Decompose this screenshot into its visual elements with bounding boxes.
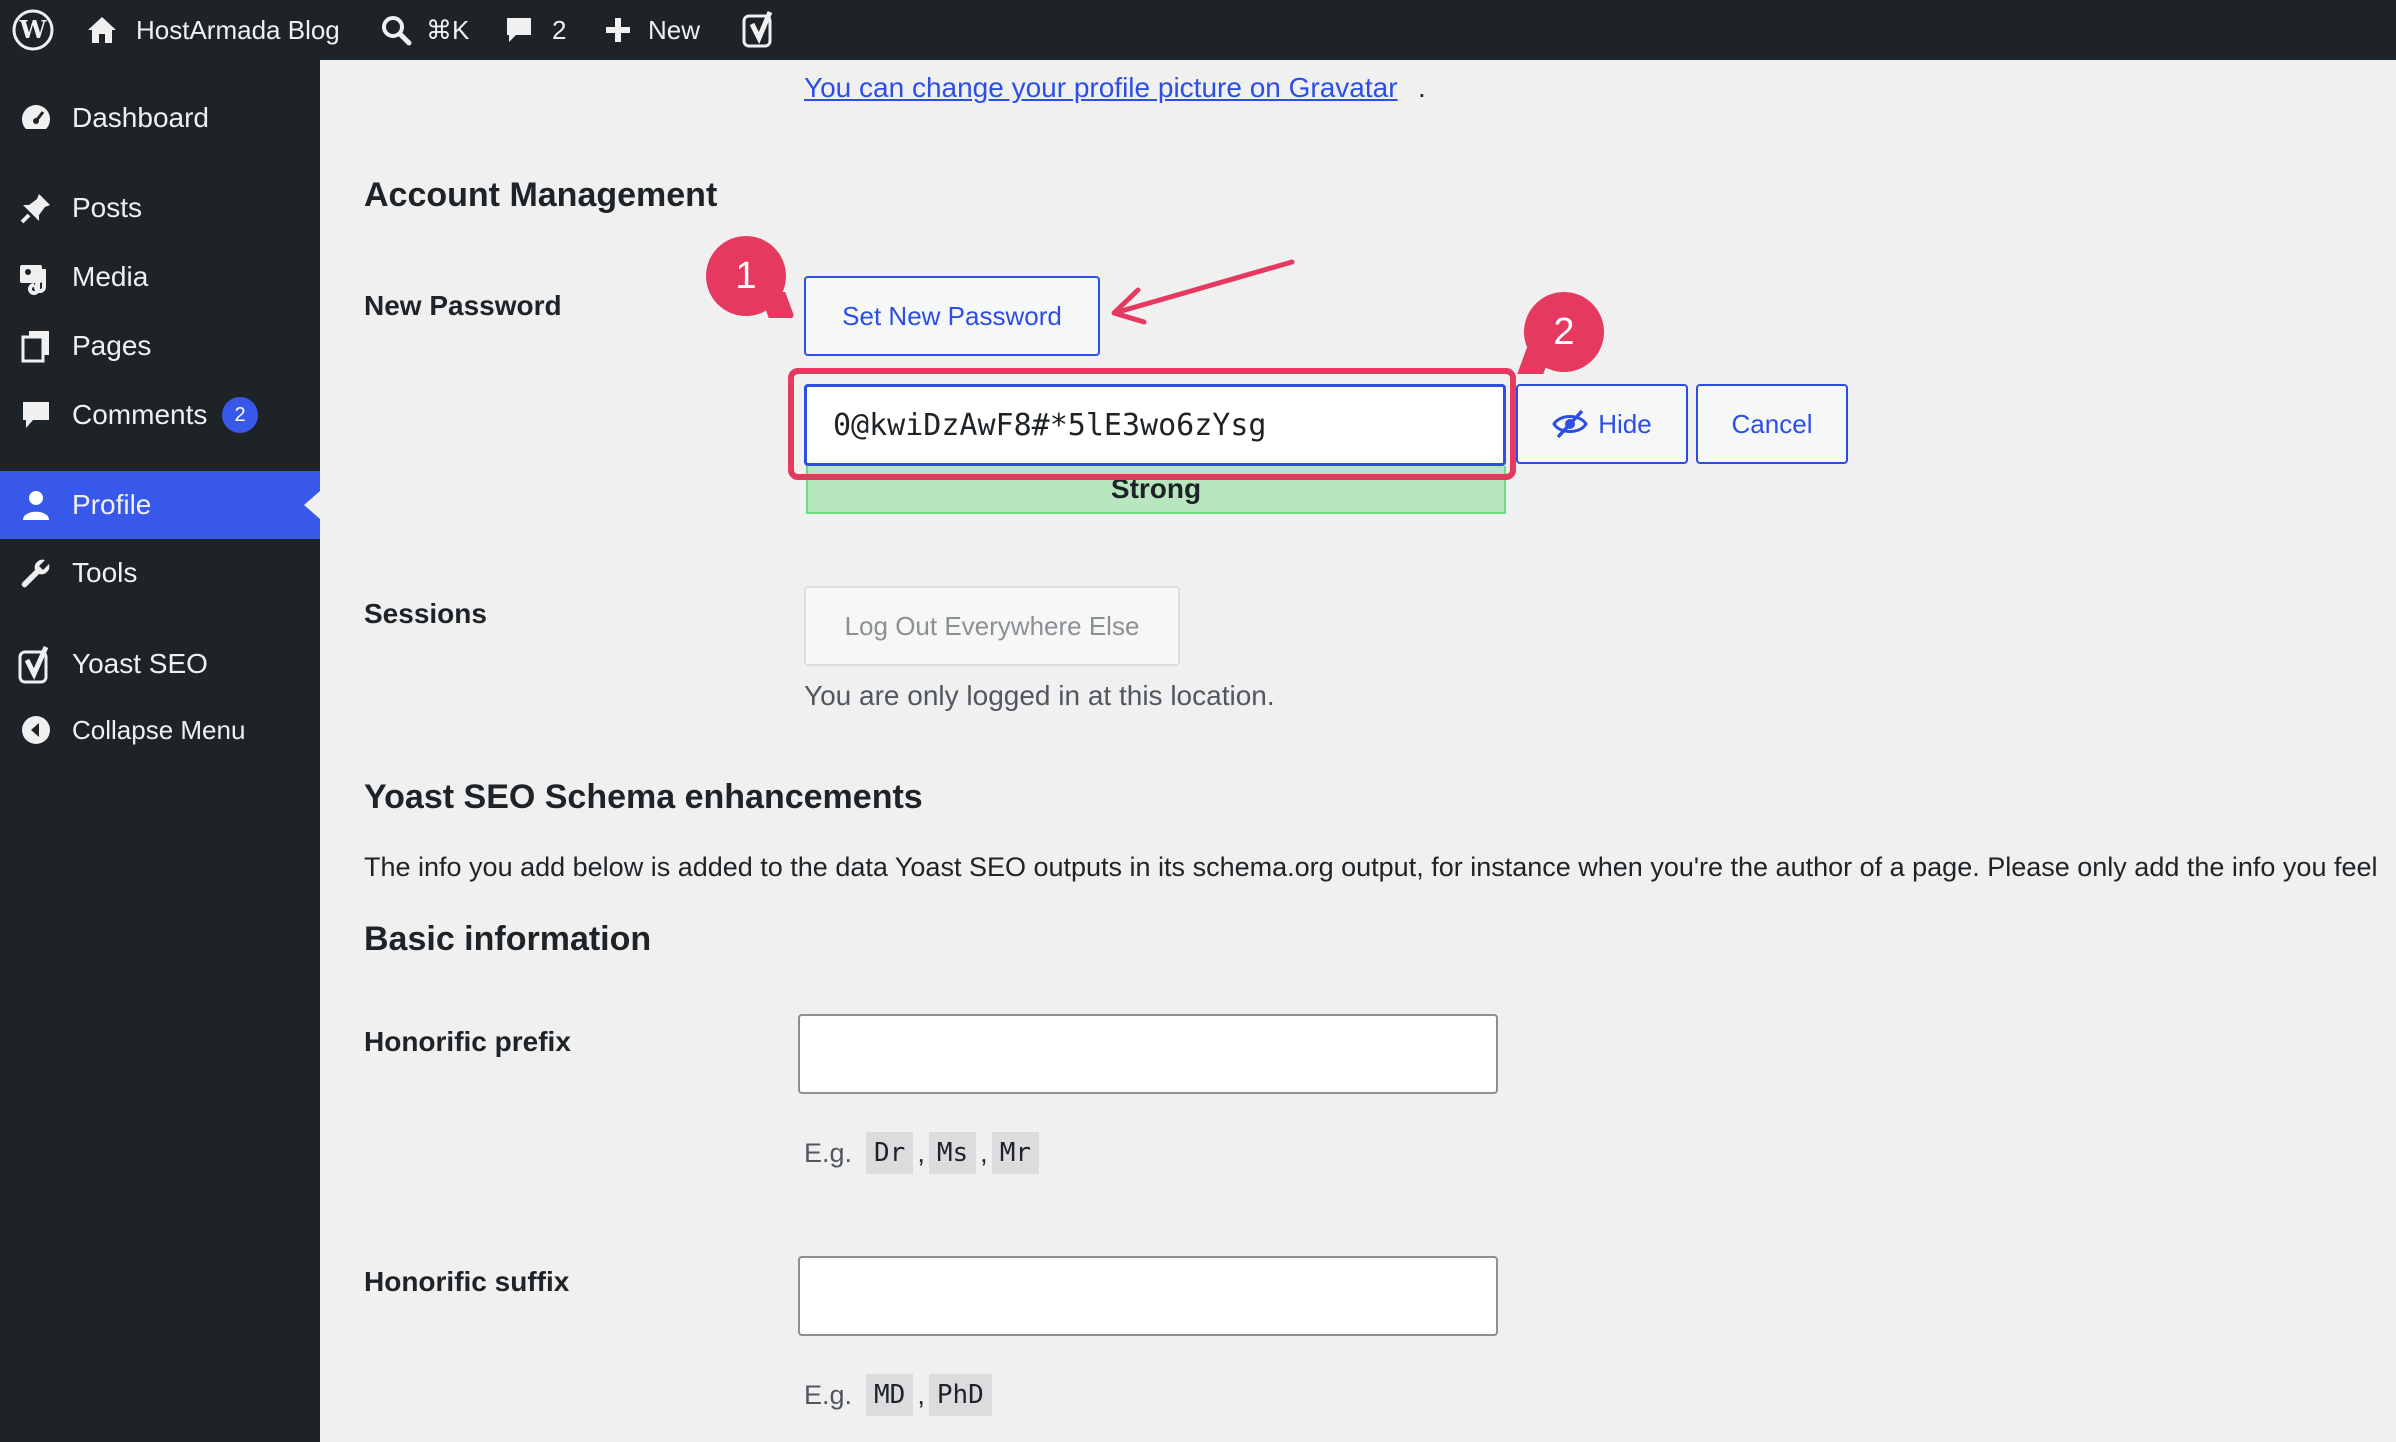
yoast-icon — [18, 645, 54, 684]
dashboard-icon — [18, 100, 54, 136]
set-new-password-button[interactable]: Set New Password — [804, 276, 1100, 356]
example-code: Mr — [991, 1132, 1039, 1174]
sidebar-item-comments[interactable]: Comments 2 — [0, 381, 320, 449]
sessions-label: Sessions — [364, 598, 487, 629]
comments-badge: 2 — [222, 397, 258, 433]
site-name-link[interactable]: HostArmada Blog — [86, 0, 340, 60]
yoast-icon[interactable] — [742, 0, 778, 60]
hide-label: Hide — [1598, 408, 1652, 439]
collapse-icon — [18, 712, 54, 748]
comments-link[interactable]: 2 — [504, 0, 566, 60]
honorific-prefix-hint: E.g. Dr , Ms , Mr — [804, 1132, 1043, 1174]
media-icon — [18, 259, 54, 295]
pin-icon — [18, 190, 54, 226]
comment-icon — [507, 18, 531, 42]
basic-information-heading: Basic information — [364, 920, 652, 958]
new-content-link[interactable]: New — [604, 0, 700, 60]
wordpress-logo-icon[interactable]: W — [12, 0, 54, 60]
sidebar-item-pages[interactable]: Pages — [0, 312, 320, 380]
user-icon — [18, 487, 54, 523]
example-code: Ms — [928, 1132, 977, 1174]
example-code: Dr — [866, 1132, 914, 1174]
comment-icon — [18, 397, 54, 433]
schema-heading: Yoast SEO Schema enhancements — [364, 778, 923, 816]
annotation-arrow-icon — [1111, 259, 1295, 325]
honorific-prefix-label: Honorific prefix — [364, 1026, 571, 1057]
gravatar-link[interactable]: You can change your profile picture on G… — [804, 72, 1398, 104]
search-shortcut: ⌘K — [426, 14, 470, 45]
annotation-highlight-box — [788, 368, 1516, 480]
pages-icon — [18, 328, 54, 364]
new-password-label: New Password — [364, 290, 562, 321]
new-label: New — [648, 14, 701, 45]
annotation-marker-1: 1 — [706, 236, 786, 316]
comments-count: 2 — [552, 14, 567, 45]
wrench-icon — [18, 555, 54, 591]
honorific-prefix-input[interactable] — [798, 1014, 1498, 1094]
cancel-button[interactable]: Cancel — [1696, 384, 1848, 464]
sidebar-collapse-menu[interactable]: Collapse Menu — [0, 696, 320, 764]
account-management-heading: Account Management — [364, 176, 718, 214]
example-code: PhD — [928, 1374, 992, 1416]
eye-slash-icon — [1552, 409, 1589, 439]
sessions-description: You are only logged in at this location. — [804, 680, 1275, 711]
site-name: HostArmada Blog — [136, 14, 340, 45]
hide-password-button[interactable]: Hide — [1516, 384, 1688, 464]
command-search[interactable]: ⌘K — [380, 0, 469, 60]
admin-sidebar: Dashboard Posts Media Pages Comments 2 P… — [0, 60, 320, 1442]
search-icon — [382, 16, 412, 46]
sidebar-item-dashboard[interactable]: Dashboard — [0, 84, 320, 152]
sidebar-item-media[interactable]: Media — [0, 243, 320, 311]
home-icon — [88, 17, 116, 43]
log-out-everywhere-button[interactable]: Log Out Everywhere Else — [804, 586, 1180, 666]
plus-icon — [606, 18, 630, 42]
honorific-suffix-input[interactable] — [798, 1256, 1498, 1336]
example-code: MD — [866, 1374, 914, 1416]
sidebar-item-tools[interactable]: Tools — [0, 539, 320, 607]
admin-bar: W HostArmada Blog ⌘K 2 New — [0, 0, 2396, 60]
honorific-suffix-hint: E.g. MD , PhD — [804, 1374, 996, 1416]
schema-intro-text: The info you add below is added to the d… — [364, 852, 2378, 882]
gravatar-period: . — [1418, 72, 1426, 103]
sidebar-item-yoast-seo[interactable]: Yoast SEO — [0, 630, 320, 698]
sidebar-item-profile[interactable]: Profile — [0, 471, 320, 539]
annotation-marker-2: 2 — [1524, 292, 1604, 372]
sidebar-item-posts[interactable]: Posts — [0, 174, 320, 242]
honorific-suffix-label: Honorific suffix — [364, 1266, 570, 1297]
svg-text:W: W — [19, 15, 48, 44]
